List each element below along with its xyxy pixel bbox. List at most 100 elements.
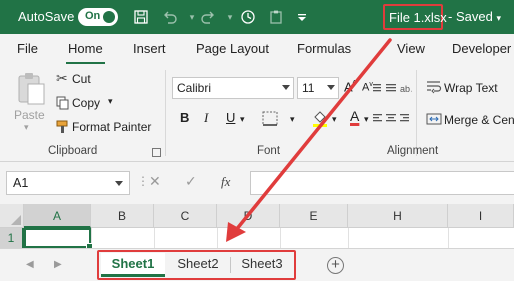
- wrap-text-button[interactable]: Wrap Text: [424, 78, 514, 98]
- customize-toolbar-icon[interactable]: [292, 7, 312, 27]
- italic-button[interactable]: I: [204, 110, 208, 126]
- saved-status[interactable]: - Saved ▾: [448, 9, 501, 24]
- redo-icon[interactable]: [198, 7, 218, 27]
- cut-label: Cut: [72, 72, 91, 86]
- formula-input[interactable]: [250, 171, 514, 195]
- gridline: [280, 228, 281, 248]
- chevron-down-icon: ▾: [496, 13, 501, 23]
- tab-formulas[interactable]: Formulas: [297, 41, 351, 56]
- copy-dropdown-icon: ▾: [108, 96, 113, 106]
- clipboard-group-label: Clipboard: [48, 145, 98, 157]
- gridline: [217, 228, 218, 248]
- group-divider: [165, 70, 166, 156]
- column-header-e[interactable]: E: [280, 204, 348, 228]
- sheet-tab-3[interactable]: Sheet3: [231, 253, 293, 277]
- name-box-value: A1: [13, 176, 29, 190]
- column-header-h[interactable]: H: [348, 204, 448, 228]
- paste-icon: [18, 73, 45, 105]
- autosave-clock-icon[interactable]: [238, 7, 258, 27]
- autosave-label: AutoSave: [18, 9, 75, 24]
- gridline: [154, 228, 155, 248]
- undo-icon[interactable]: [160, 7, 180, 27]
- cancel-icon[interactable]: ✕: [149, 173, 161, 190]
- scissors-icon: ✂: [56, 70, 68, 86]
- font-name-select[interactable]: Calibri: [172, 77, 294, 99]
- tab-page-layout[interactable]: Page Layout: [196, 41, 269, 56]
- formula-actions: ⋮ ✕ ✓ fx: [137, 171, 245, 195]
- tab-file[interactable]: File: [17, 41, 38, 56]
- file-name: File 1.xlsx: [389, 10, 447, 25]
- enter-icon[interactable]: ✓: [185, 173, 197, 190]
- column-header-d[interactable]: D: [217, 204, 280, 228]
- font-size-value: 11: [302, 81, 315, 95]
- tab-insert[interactable]: Insert: [133, 41, 166, 56]
- font-color-dropdown-icon[interactable]: ▾: [364, 114, 369, 125]
- sheet-tab-bar: ◀ ▶ Sheet1 Sheet2 Sheet3 +: [0, 248, 514, 281]
- clipboard-launcher-icon[interactable]: [152, 148, 161, 157]
- ribbon-tabs: File Home Insert Page Layout Formulas Vi…: [0, 34, 514, 65]
- column-header-c[interactable]: C: [154, 204, 217, 228]
- copy-button[interactable]: Copy ▾: [54, 94, 124, 112]
- align-left-icons[interactable]: [372, 112, 412, 126]
- copy-label: Copy: [72, 96, 101, 110]
- paste-button[interactable]: Paste ▾: [10, 70, 50, 134]
- align-top-icons[interactable]: ab↗: [372, 82, 412, 96]
- merge-icon: [426, 113, 442, 125]
- underline-button[interactable]: U: [226, 110, 235, 125]
- format-painter-label: Format Painter: [72, 120, 152, 134]
- gridline: [348, 228, 349, 248]
- tab-developer[interactable]: Developer: [452, 41, 511, 56]
- gridline: [448, 228, 449, 248]
- select-all-button[interactable]: [0, 204, 24, 228]
- name-box[interactable]: A1: [6, 171, 130, 195]
- fill-color-icon[interactable]: [312, 109, 328, 127]
- chevron-down-icon: [282, 85, 290, 90]
- column-header-b[interactable]: B: [91, 204, 154, 228]
- paste-dropdown-icon: ▾: [24, 122, 29, 132]
- more-dots-icon: ⋮: [137, 174, 149, 188]
- sheet-tab-1[interactable]: Sheet1: [101, 253, 165, 277]
- font-size-select[interactable]: 11: [297, 77, 339, 99]
- font-name-value: Calibri: [177, 81, 212, 95]
- column-header-i[interactable]: I: [448, 204, 514, 228]
- scroll-right-icon[interactable]: ▶: [54, 259, 62, 270]
- paste-label: Paste: [14, 108, 45, 122]
- row-header-1[interactable]: 1: [0, 228, 24, 248]
- copy-icon: [56, 96, 69, 110]
- alignment-group-label: Alignment: [387, 145, 439, 157]
- chevron-down-icon: [327, 85, 335, 90]
- format-painter-button[interactable]: Format Painter: [54, 118, 154, 136]
- saved-status-text: - Saved: [448, 9, 493, 24]
- active-cell-a1[interactable]: [24, 228, 93, 250]
- add-sheet-icon[interactable]: +: [327, 257, 344, 274]
- toggle-knob: [103, 11, 115, 23]
- worksheet-grid[interactable]: A B C D E H I 1: [0, 204, 514, 250]
- underline-dropdown-icon[interactable]: ▾: [240, 114, 245, 125]
- fill-color-dropdown-icon[interactable]: ▾: [332, 114, 337, 125]
- column-header-a[interactable]: A: [24, 204, 91, 228]
- merge-center-button[interactable]: Merge & Cen: [424, 110, 514, 130]
- group-divider: [416, 70, 417, 156]
- wrap-text-icon: [427, 81, 442, 94]
- font-color-button[interactable]: A: [350, 108, 359, 124]
- merge-label: Merge & Cen: [444, 113, 514, 127]
- tab-view[interactable]: View: [397, 41, 425, 56]
- sheet-tab-2[interactable]: Sheet2: [166, 253, 230, 277]
- borders-icon[interactable]: [262, 111, 280, 127]
- increase-font-icon[interactable]: A^: [344, 79, 356, 94]
- autosave-toggle[interactable]: On: [78, 8, 118, 26]
- chevron-down-icon: [115, 181, 123, 186]
- redo-dropdown-icon[interactable]: ▾: [220, 7, 240, 27]
- title-bar: AutoSave On ▾ ▾ File 1.xlsx - Saved ▾: [0, 0, 514, 34]
- file-name-highlight[interactable]: File 1.xlsx: [383, 4, 447, 30]
- save-icon[interactable]: [131, 7, 151, 27]
- autosave-state: On: [85, 10, 101, 22]
- insert-function-icon[interactable]: fx: [221, 174, 230, 190]
- borders-dropdown-icon[interactable]: ▾: [290, 114, 295, 125]
- wrap-text-label: Wrap Text: [444, 81, 498, 95]
- cut-button[interactable]: ✂ Cut: [54, 70, 114, 88]
- scroll-left-icon[interactable]: ◀: [26, 259, 34, 270]
- paste-clipboard-icon[interactable]: [266, 7, 286, 27]
- bold-button[interactable]: B: [180, 110, 189, 125]
- tab-home[interactable]: Home: [66, 41, 105, 65]
